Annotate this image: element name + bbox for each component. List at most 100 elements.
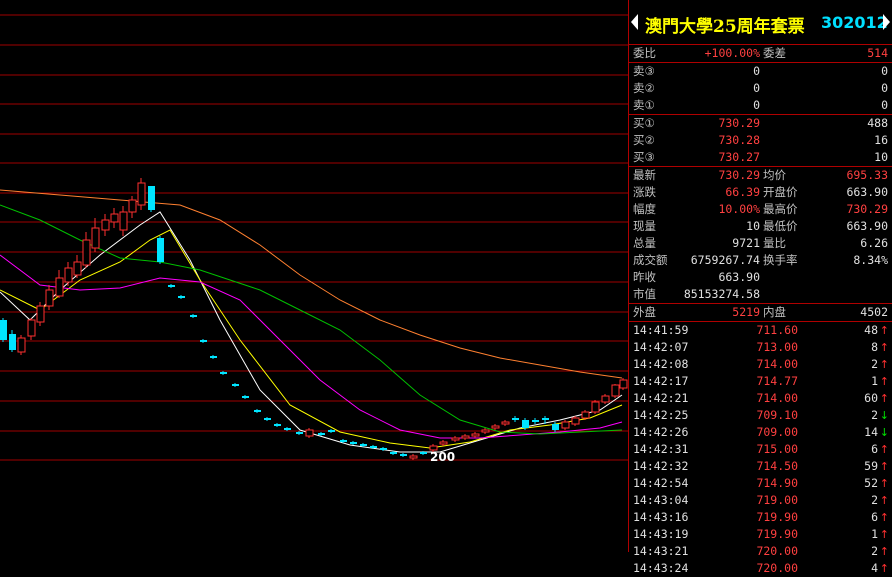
inner-volume-value: 4502 [860, 305, 888, 319]
tick-time: 14:43:16 [633, 510, 689, 524]
next-stock-icon[interactable] [883, 14, 890, 30]
candlestick [512, 416, 519, 422]
tick-volume: 1 [871, 527, 878, 541]
ask-price: 0 [753, 81, 760, 95]
quote-value: 66.39 [725, 185, 760, 199]
tick-list[interactable]: 14:41:59 711.60 48 ↑ 14:42:07 713.00 8 ↑ 14:42:0… [629, 322, 892, 577]
candlestick [571, 416, 580, 426]
ask-price: 0 [753, 64, 760, 78]
inner-volume-label: 内盘 [763, 305, 786, 319]
tick-row: 14:42:31 715.00 6 ↑ [629, 441, 892, 458]
candlestick [439, 440, 448, 446]
outer-inner-row: 外盘 5219 内盘 4502 [629, 304, 892, 321]
candlestick [581, 410, 590, 420]
ask-volume: 0 [881, 98, 888, 112]
tick-time: 14:42:32 [633, 459, 689, 473]
kline-chart[interactable]: 200 [0, 0, 628, 552]
order-diff-label: 委差 [763, 46, 786, 60]
tick-row: 14:42:07 713.00 8 ↑ [629, 339, 892, 356]
quote-label: 总量 [633, 236, 656, 250]
tick-time: 14:43:04 [633, 493, 689, 507]
candlestick [471, 432, 480, 438]
down-arrow-icon: ↓ [879, 409, 889, 422]
candlestick [55, 270, 64, 298]
outer-inner-section: 外盘 5219 内盘 4502 [629, 304, 892, 322]
tick-price: 714.50 [756, 459, 798, 473]
quote-row: 昨收 663.90 [629, 269, 892, 286]
candlestick [168, 284, 175, 288]
tick-price: 719.90 [756, 527, 798, 541]
candlestick [328, 429, 335, 433]
tick-volume: 2 [871, 408, 878, 422]
tick-price: 714.00 [756, 391, 798, 405]
tick-volume: 8 [871, 340, 878, 354]
tick-time: 14:41:59 [633, 323, 689, 337]
ma-line-5 [0, 189, 623, 379]
outer-volume-label: 外盘 [633, 305, 656, 319]
tick-price: 714.90 [756, 476, 798, 490]
candlestick [91, 218, 100, 252]
tick-row: 14:42:25 709.10 2 ↓ [629, 407, 892, 424]
up-arrow-icon: ↑ [879, 392, 889, 405]
bid-book: 买① 730.29 488 买② 730.28 16 买③ 730.27 10 [629, 115, 892, 167]
tick-price: 711.60 [756, 323, 798, 337]
ask-row: 卖① 0 0 [629, 97, 892, 114]
candlestick [178, 295, 185, 299]
up-arrow-icon: ↑ [879, 341, 889, 354]
candlestick [128, 196, 137, 218]
quote-row: 成交额 6759267.74 换手率 8.34% [629, 252, 892, 269]
up-arrow-icon: ↑ [879, 375, 889, 388]
candlestick [296, 431, 303, 435]
candlestick [491, 424, 500, 430]
candlestick [200, 339, 207, 343]
stock-code: 302012 [821, 13, 888, 32]
tick-row: 14:42:08 714.00 2 ↑ [629, 356, 892, 373]
bid-level-label: 买③ [633, 150, 655, 164]
tick-volume: 6 [871, 442, 878, 456]
tick-price: 719.00 [756, 493, 798, 507]
tick-price: 715.00 [756, 442, 798, 456]
tick-row: 14:43:04 719.00 2 ↑ [629, 492, 892, 509]
candlestick [148, 186, 155, 212]
tick-price: 709.10 [756, 408, 798, 422]
quote-row: 涨跌 66.39 开盘价 663.90 [629, 184, 892, 201]
tick-time: 14:42:21 [633, 391, 689, 405]
tick-volume: 6 [871, 510, 878, 524]
candlestick [350, 441, 357, 445]
candlestick [601, 394, 610, 404]
ask-level-label: 卖① [633, 98, 655, 112]
up-arrow-icon: ↑ [879, 528, 889, 541]
prev-stock-icon[interactable] [631, 14, 638, 30]
bid-row: 买③ 730.27 10 [629, 149, 892, 166]
quote-value-2: 695.33 [846, 168, 888, 182]
quote-label: 昨收 [633, 270, 656, 284]
candlestick [242, 395, 249, 399]
tick-row: 14:42:21 714.00 60 ↑ [629, 390, 892, 407]
quote-label-2: 最低价 [763, 219, 798, 233]
quote-value-2: 6.26 [860, 236, 888, 250]
candlestick [532, 418, 539, 424]
quote-label: 市值 [633, 287, 656, 301]
quote-label: 现量 [633, 219, 656, 233]
down-arrow-icon: ↓ [879, 426, 889, 439]
bid-level-label: 买② [633, 133, 655, 147]
tick-row: 14:43:24 720.00 4 ↑ [629, 560, 892, 577]
kline-chart-canvas[interactable]: 200 [0, 0, 628, 552]
candlestick [0, 318, 7, 342]
quote-row: 幅度 10.00% 最高价 730.29 [629, 201, 892, 218]
ask-book: 卖③ 0 0 卖② 0 0 卖① 0 0 [629, 63, 892, 115]
candlestick [254, 409, 261, 413]
tick-row: 14:42:54 714.90 52 ↑ [629, 475, 892, 492]
ask-row: 卖② 0 0 [629, 80, 892, 97]
stock-header: 澳門大學25周年套票 302012 [629, 0, 892, 45]
tick-price: 713.00 [756, 340, 798, 354]
quote-label: 成交额 [633, 253, 668, 267]
quote-row: 现量 10 最低价 663.90 [629, 218, 892, 235]
quote-label-2: 开盘价 [763, 185, 798, 199]
bid-volume: 488 [867, 116, 888, 130]
tick-time: 14:43:24 [633, 561, 689, 575]
up-arrow-icon: ↑ [879, 494, 889, 507]
candlestick [619, 378, 628, 390]
candlestick [220, 371, 227, 375]
tick-time: 14:42:54 [633, 476, 689, 490]
